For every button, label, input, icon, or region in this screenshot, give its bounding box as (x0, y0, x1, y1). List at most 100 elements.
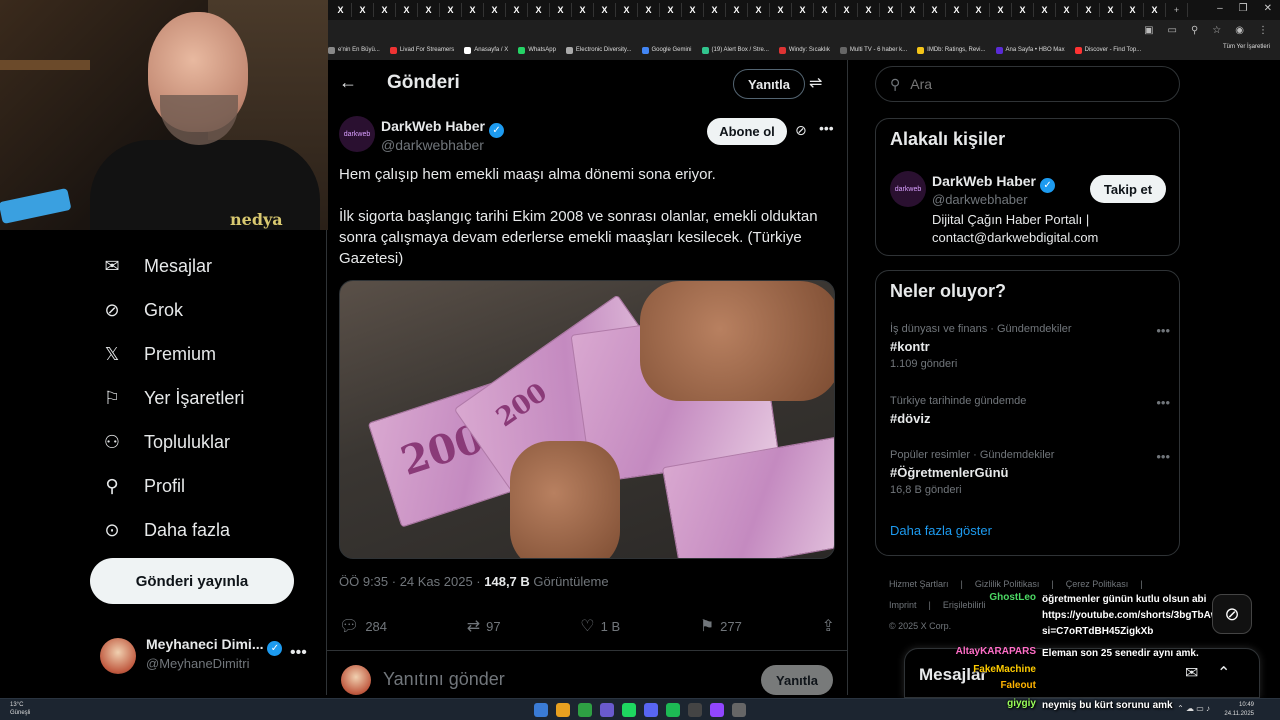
nav-item-yer-i̇şaretleri[interactable]: ⚐ Yer İşaretleri (100, 386, 244, 410)
new-tab-button[interactable]: + (1166, 3, 1188, 17)
nav-item-mesajlar[interactable]: ✉ Mesajlar (100, 254, 212, 278)
more-icon[interactable]: ••• (1156, 449, 1170, 464)
browser-tab[interactable]: X (528, 3, 550, 17)
browser-tab[interactable]: X (418, 3, 440, 17)
bookmark-item[interactable]: (19) Alert Box / Stre... (701, 46, 769, 54)
browser-tab[interactable]: X (1078, 3, 1100, 17)
browser-tab[interactable]: X (858, 3, 880, 17)
taskbar-app-icon[interactable] (710, 703, 724, 717)
subscribe-button[interactable]: Abone ol (707, 118, 787, 145)
expand-icon[interactable]: ⌃ (1217, 663, 1230, 683)
browser-tab[interactable]: X (1100, 3, 1122, 17)
post-button[interactable]: Gönderi yayınla (90, 558, 294, 604)
new-message-icon[interactable]: ✉ (1185, 663, 1198, 683)
reply-input[interactable]: Yanıtını gönder (383, 669, 505, 690)
taskbar-app-icon[interactable] (732, 703, 746, 717)
taskbar-app-icon[interactable] (688, 703, 702, 717)
account-switcher[interactable]: Meyhaneci Dimi... ✓ @MeyhaneDimitri ••• (100, 634, 310, 684)
taskbar-app-icon[interactable] (556, 703, 570, 717)
maximize-icon[interactable]: ❐ (1239, 3, 1248, 14)
browser-tab[interactable]: X (484, 3, 506, 17)
browser-tab[interactable]: X (594, 3, 616, 17)
browser-tab[interactable]: X (1012, 3, 1034, 17)
all-bookmarks[interactable]: Tüm Yer İşaretleri (1223, 44, 1270, 50)
more-icon[interactable]: ••• (290, 644, 307, 662)
star-icon[interactable]: ☆ (1212, 25, 1221, 36)
bookmark-item[interactable]: IMDb: Ratings, Revi... (917, 46, 986, 54)
taskbar-app-icon[interactable] (666, 703, 680, 717)
menu-icon[interactable]: ⋮ (1258, 25, 1268, 36)
extensions-icon[interactable]: ▣ (1144, 25, 1153, 36)
cast-icon[interactable]: ▭ (1168, 25, 1177, 36)
browser-tab[interactable]: X (836, 3, 858, 17)
bookmark-item[interactable]: Anasayfa / X (464, 46, 508, 54)
browser-tab[interactable]: X (682, 3, 704, 17)
footer-link[interactable]: Hizmet Şartları (889, 579, 949, 589)
reply-sort-button[interactable]: Yanıtla (733, 69, 805, 99)
browser-tab[interactable]: X (506, 3, 528, 17)
related-name-text[interactable]: DarkWeb Haber (932, 173, 1036, 189)
nav-item-premium[interactable]: 𝕏 Premium (100, 342, 216, 366)
repost-action[interactable]: ⇄ 97 (467, 616, 501, 636)
related-name[interactable]: DarkWeb Haber ✓ (932, 173, 1056, 193)
more-icon[interactable]: ••• (1156, 323, 1170, 338)
back-arrow-icon[interactable]: ← (339, 72, 357, 93)
browser-tab[interactable]: X (352, 3, 374, 17)
zoom-icon[interactable]: ⚲ (1191, 25, 1198, 36)
bookmark-item[interactable]: Discover - Find Top... (1074, 46, 1141, 54)
footer-link[interactable]: Çerez Politikası (1066, 579, 1129, 589)
nav-item-grok[interactable]: ⊘ Grok (100, 298, 183, 322)
close-icon[interactable]: ✕ (1264, 3, 1272, 14)
bookmark-item[interactable]: Windy: Sıcaklık (778, 46, 830, 54)
browser-tab[interactable]: X (638, 3, 660, 17)
reply-submit-button[interactable]: Yanıtla (761, 665, 833, 695)
grok-fab-icon[interactable]: ⊘ (1212, 594, 1252, 634)
bookmark-item[interactable]: Multi TV - 6 haber k... (839, 46, 907, 54)
browser-tab[interactable]: X (792, 3, 814, 17)
browser-tab[interactable]: X (990, 3, 1012, 17)
author-handle[interactable]: @darkwebhaber (381, 137, 484, 153)
follow-button[interactable]: Takip et (1090, 175, 1166, 203)
share-action[interactable]: ⇪ (822, 616, 835, 636)
minimize-icon[interactable]: – (1217, 3, 1223, 14)
browser-tab[interactable]: X (924, 3, 946, 17)
browser-tab[interactable]: X (1122, 3, 1144, 17)
browser-tab[interactable]: X (1056, 3, 1078, 17)
browser-tab[interactable]: X (660, 3, 682, 17)
footer-link[interactable]: © 2025 X Corp. (889, 621, 951, 631)
grok-icon[interactable]: ⊘ (795, 122, 807, 139)
trend-item[interactable]: Popüler resimler · Gündemdekiler #Öğretme… (890, 449, 1170, 496)
bookmark-item[interactable]: WhatsApp (518, 46, 556, 54)
browser-tab[interactable]: X (550, 3, 572, 17)
nav-item-profil[interactable]: ⚲ Profil (100, 474, 185, 498)
post-image[interactable]: 200 200 (339, 280, 835, 559)
browser-tab[interactable]: X (396, 3, 418, 17)
browser-tab[interactable]: X (880, 3, 902, 17)
nav-item-topluluklar[interactable]: ⚇ Topluluklar (100, 430, 230, 454)
browser-tab[interactable]: X (440, 3, 462, 17)
taskbar-app-icon[interactable] (622, 703, 636, 717)
search-input[interactable] (910, 76, 1151, 92)
author-name-text[interactable]: DarkWeb Haber (381, 118, 485, 134)
browser-tab[interactable]: X (814, 3, 836, 17)
author-avatar[interactable]: darkweb (339, 116, 375, 152)
like-action[interactable]: ♡ 1 B (580, 616, 620, 636)
more-icon[interactable]: ••• (819, 120, 834, 136)
browser-tab[interactable]: X (462, 3, 484, 17)
profile-avatar-icon[interactable]: ◉ (1235, 25, 1244, 36)
footer-link[interactable]: Gizlilik Politikası (975, 579, 1040, 589)
taskbar-app-icon[interactable] (534, 703, 548, 717)
weather-widget[interactable]: 13°C Güneşli (10, 701, 30, 717)
related-avatar[interactable]: darkweb (890, 171, 926, 207)
browser-tab[interactable]: X (616, 3, 638, 17)
browser-tab[interactable]: X (968, 3, 990, 17)
author-name[interactable]: DarkWeb Haber ✓ (381, 118, 505, 138)
related-handle[interactable]: @darkwebhaber (932, 192, 1028, 207)
tune-icon[interactable]: ⇌ (809, 73, 822, 93)
browser-tab[interactable]: X (1144, 3, 1166, 17)
browser-tab[interactable]: X (572, 3, 594, 17)
clock[interactable]: 10:49 24.11.2025 (1224, 701, 1254, 719)
bookmark-item[interactable]: e'nin En Büyü... (328, 46, 380, 54)
browser-tab[interactable]: X (748, 3, 770, 17)
bookmark-item[interactable]: Ana Sayfa • HBO Max (995, 46, 1065, 54)
